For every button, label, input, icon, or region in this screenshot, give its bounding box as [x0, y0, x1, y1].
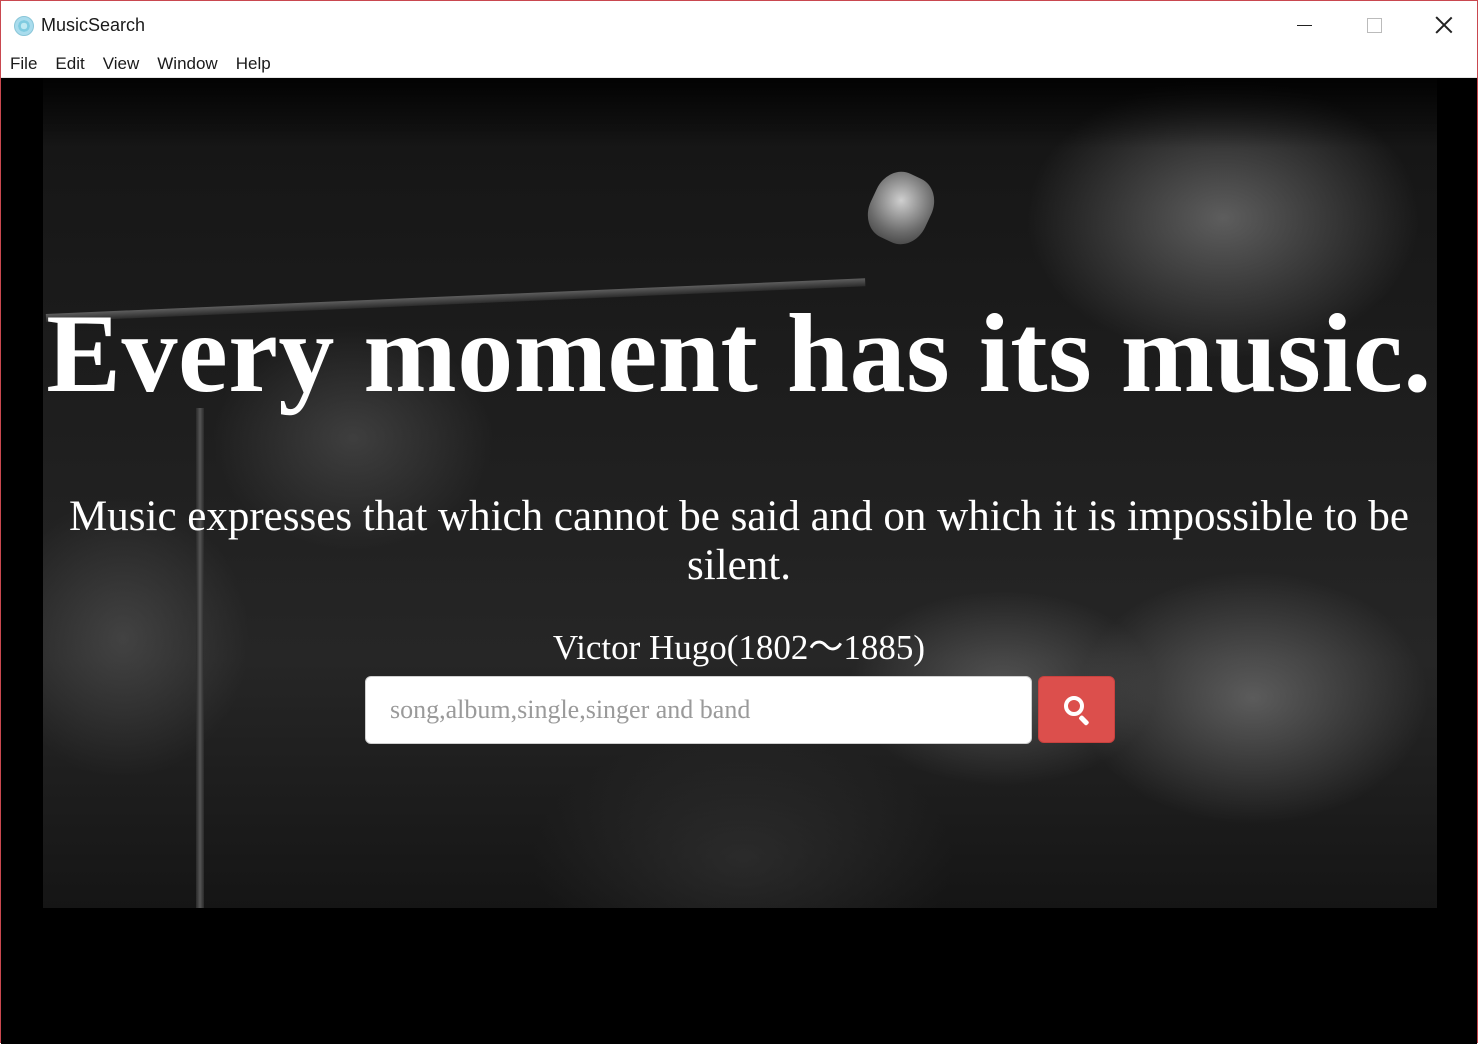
- menu-help[interactable]: Help: [227, 49, 280, 78]
- maximize-icon: [1366, 17, 1382, 33]
- hero-top-shade: [43, 78, 1437, 148]
- menu-window[interactable]: Window: [148, 49, 226, 78]
- electron-icon: [14, 16, 34, 36]
- menu-bar: File Edit View Window Help: [1, 49, 1477, 78]
- title-bar[interactable]: MusicSearch: [1, 1, 1477, 49]
- window-title: MusicSearch: [41, 15, 146, 35]
- menu-file[interactable]: File: [1, 49, 46, 78]
- app-window: MusicSearch File Edit View Window Help E…: [0, 0, 1478, 1044]
- quote-author: Victor Hugo(1802〜1885): [552, 628, 926, 667]
- menu-view[interactable]: View: [94, 49, 149, 78]
- search-input[interactable]: [365, 676, 1032, 744]
- main-content: Every moment has its music. Music expres…: [1, 78, 1477, 1044]
- menu-edit[interactable]: Edit: [46, 49, 93, 78]
- close-icon: [1435, 16, 1453, 34]
- hero-headline: Every moment has its music.: [46, 292, 1432, 416]
- maximize-button[interactable]: [1339, 1, 1409, 49]
- minimize-icon: [1296, 24, 1312, 26]
- search-icon: [1062, 695, 1092, 726]
- minimize-button[interactable]: [1269, 1, 1339, 49]
- search-button[interactable]: [1038, 676, 1115, 743]
- close-button[interactable]: [1409, 1, 1479, 49]
- hero-quote: Music expresses that which cannot be sai…: [69, 493, 1409, 589]
